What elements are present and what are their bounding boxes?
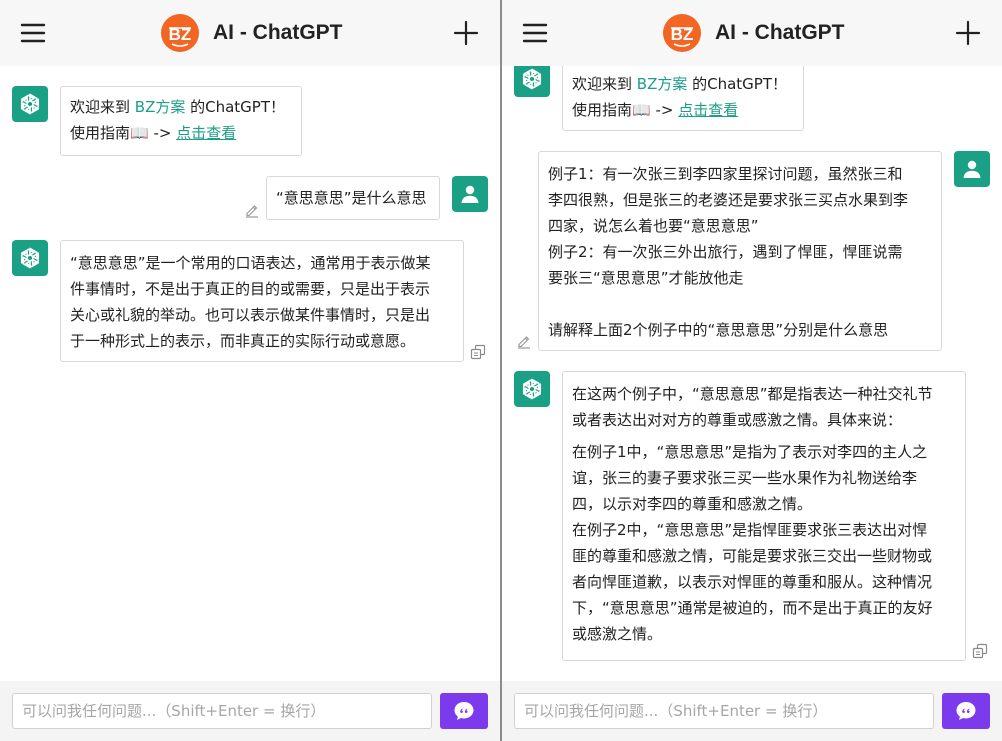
bot-avatar: [12, 240, 48, 276]
chat-bubble-send-icon: [954, 699, 978, 723]
user-message: 例子1：有一次张三到李四家里探讨问题，虽然张三和 李四很熟，但是张三的老婆还是要…: [538, 151, 942, 351]
send-button[interactable]: [942, 693, 990, 729]
app-header: BZ AI - ChatGPT: [0, 0, 500, 66]
answer-line: 在这两个例子中，“意思意思”都是指表达一种社交礼节: [572, 385, 933, 403]
welcome-line: 欢迎来到 BZ方案 的ChatGPT！: [572, 75, 788, 93]
app-header: BZ AI - ChatGPT: [502, 0, 1002, 66]
openai-logo-icon: [17, 245, 43, 271]
answer-line: 或感激之情。: [572, 625, 663, 643]
app-title: AI - ChatGPT: [213, 21, 343, 44]
openai-logo-icon: [519, 66, 545, 92]
input-bar: [0, 681, 500, 741]
brand-link: BZ方案: [134, 98, 186, 116]
input-bar: [502, 681, 1002, 741]
user-message-line: 例子1：有一次张三到李四家里探讨问题，虽然张三和: [548, 165, 903, 183]
logo-text: BZ: [169, 25, 192, 44]
answer-line: 下，“意思意思”通常是被迫的，而不是出于真正的友好: [572, 599, 933, 617]
welcome-line: 欢迎来到 BZ方案 的ChatGPT！: [70, 98, 286, 116]
user-message-line: 要张三“意思意思”才能放他走: [548, 269, 744, 287]
answer-line: 在例子2中，“意思意思”是指悍匪要求张三表达出对悍: [572, 521, 928, 539]
pencil-edit-icon[interactable]: [244, 202, 260, 218]
bot-answer: 在这两个例子中，“意思意思”都是指表达一种社交礼节 或者表达出对对方的尊重或感激…: [562, 371, 966, 661]
bot-avatar: [12, 86, 48, 122]
message-input[interactable]: [12, 693, 432, 729]
logo-text: BZ: [671, 25, 694, 44]
user-message-line: [548, 291, 933, 317]
user-icon: [458, 182, 482, 206]
brand: BZ AI - ChatGPT: [160, 13, 343, 53]
answer-line: “意思意思”是一个常用的口语表达，通常用于表示做某: [70, 254, 431, 272]
chat-panel-left: BZ AI - ChatGPT 欢迎来到 BZ方案 的ChatGPT！ 使用指南…: [0, 0, 500, 741]
welcome-message: 欢迎来到 BZ方案 的ChatGPT！ 使用指南📖 -> 点击查看: [60, 86, 302, 156]
app-title: AI - ChatGPT: [715, 21, 845, 44]
copy-icon[interactable]: [972, 643, 988, 659]
answer-line: 于一种形式上的表示，而非真正的实际行动或意愿。: [70, 332, 416, 350]
answer-line: 关心或礼貌的举动。也可以表示做某件事情时，只是出: [70, 306, 431, 324]
send-button[interactable]: [440, 693, 488, 729]
user-message-line: 四家，说怎么着也要“意思意思”: [548, 217, 759, 235]
user-avatar: [954, 151, 990, 187]
user-message-line: 例子2：有一次张三外出旅行，遇到了悍匪，悍匪说需: [548, 243, 903, 261]
user-icon: [960, 157, 984, 181]
bz-logo: BZ: [662, 13, 702, 53]
answer-line: 四，以示对李四的尊重和感激之情。: [572, 495, 813, 513]
pencil-edit-icon[interactable]: [516, 333, 532, 349]
answer-line: 谊，张三的妻子要求张三买一些水果作为礼物送给李: [572, 469, 918, 487]
answer-line: 者向悍匪道歉，以表示对悍匪的尊重和服从。这种情况: [572, 573, 933, 591]
user-message-line: 请解释上面2个例子中的“意思意思”分别是什么意思: [548, 321, 889, 339]
answer-line: 件事情时，不是出于真正的目的或需要，只是出于表示: [70, 280, 431, 298]
guide-line: 使用指南📖 -> 点击查看: [572, 101, 739, 119]
answer-line: 匪的尊重和感激之情，可能是要求张三交出一些财物或: [572, 547, 933, 565]
bz-logo: BZ: [160, 13, 200, 53]
copy-icon[interactable]: [470, 344, 486, 360]
bot-answer: “意思意思”是一个常用的口语表达，通常用于表示做某 件事情时，不是出于真正的目的…: [60, 240, 464, 362]
message-input[interactable]: [514, 693, 934, 729]
welcome-message: 欢迎来到 BZ方案 的ChatGPT！ 使用指南📖 -> 点击查看: [562, 56, 804, 131]
answer-line: 在例子1中，“意思意思”是指为了表示对李四的主人之: [572, 443, 928, 461]
user-message-text: “意思意思”是什么意思: [276, 189, 427, 207]
user-message-line: 李四很熟，但是张三的老婆还是要求张三买点水果到李: [548, 191, 909, 209]
brand: BZ AI - ChatGPT: [662, 13, 845, 53]
guide-line: 使用指南📖 -> 点击查看: [70, 124, 237, 142]
user-avatar: [452, 176, 488, 212]
hamburger-menu-icon[interactable]: [18, 18, 48, 48]
user-message: “意思意思”是什么意思: [266, 176, 440, 220]
openai-logo-icon: [17, 91, 43, 117]
answer-line: 或者表达出对对方的尊重或感激之情。具体来说：: [572, 411, 903, 429]
bot-avatar: [514, 371, 550, 407]
brand-link: BZ方案: [636, 75, 688, 93]
openai-logo-icon: [519, 376, 545, 402]
guide-link[interactable]: 点击查看: [678, 101, 738, 119]
plus-icon[interactable]: [953, 18, 983, 48]
hamburger-menu-icon[interactable]: [520, 18, 550, 48]
guide-link[interactable]: 点击查看: [176, 124, 236, 142]
chat-bubble-send-icon: [452, 699, 476, 723]
bot-avatar: [514, 61, 550, 97]
chat-panel-right: 欢迎来到 BZ方案 的ChatGPT！ 使用指南📖 -> 点击查看 BZ AI …: [502, 0, 1002, 741]
plus-icon[interactable]: [451, 18, 481, 48]
